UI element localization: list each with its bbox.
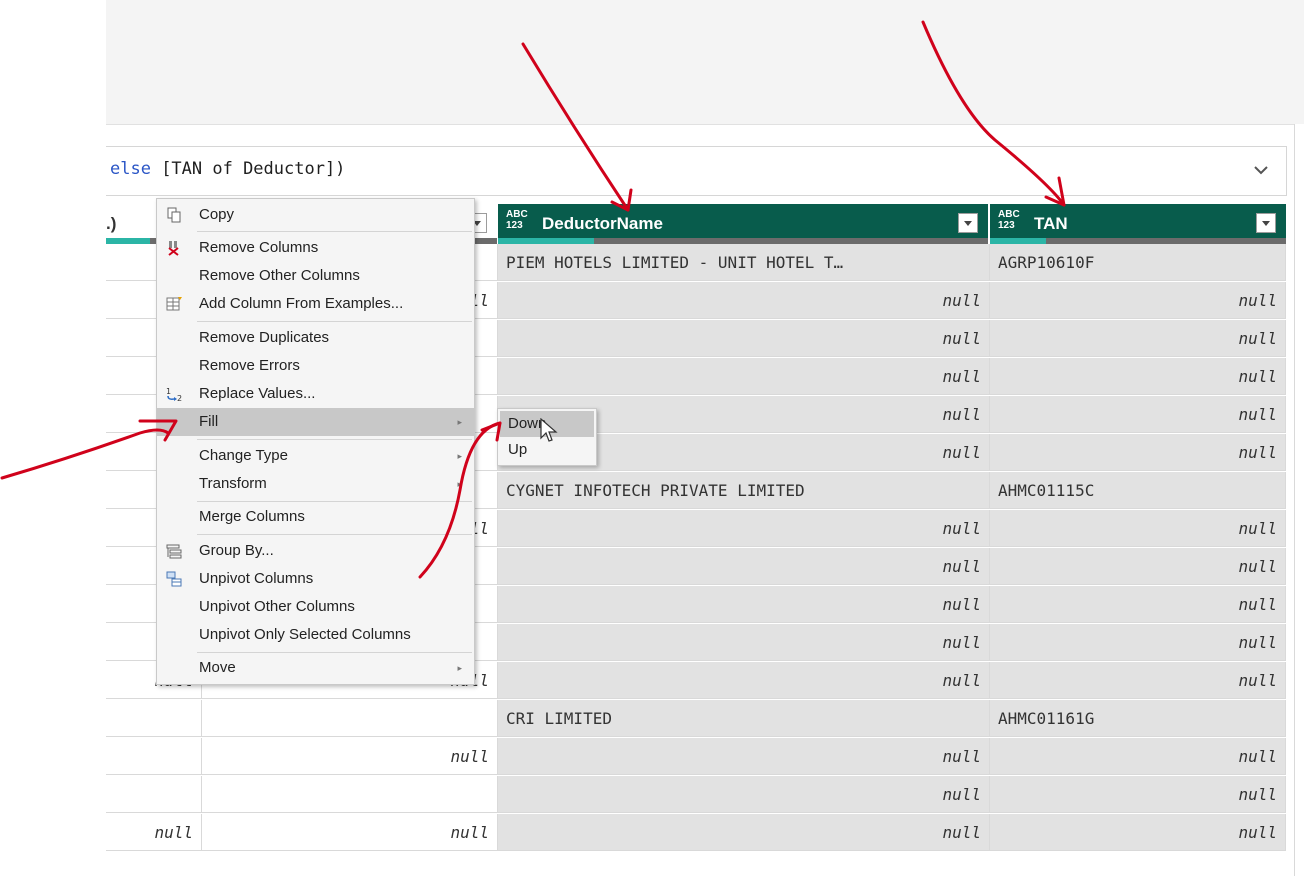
table-cell[interactable] — [202, 776, 498, 813]
menu-separator — [197, 534, 472, 535]
table-cell[interactable] — [106, 776, 202, 813]
submenu-arrow-icon: ▸ — [457, 451, 462, 461]
copy-icon — [165, 207, 183, 223]
menu-separator — [197, 501, 472, 502]
column-header-partial-label: .) — [106, 214, 117, 233]
table-cell[interactable]: CYGNET INFOTECH PRIVATE LIMITED — [498, 472, 990, 509]
table-cell[interactable]: null — [990, 776, 1286, 813]
submenu-arrow-icon: ▸ — [457, 417, 462, 427]
menu-item-group-by[interactable]: Group By... — [157, 537, 474, 565]
formula-bar[interactable]: else [TAN of Deductor]) — [106, 146, 1287, 196]
column-header-deductorname[interactable]: ABC 123 DeductorName — [498, 204, 988, 244]
menu-item-transform[interactable]: Transform ▸ — [157, 470, 474, 498]
table-cell[interactable]: null — [990, 434, 1286, 471]
table-cell[interactable]: null — [498, 624, 990, 661]
submenu-arrow-icon: ▸ — [457, 663, 462, 673]
table-cell[interactable]: null — [498, 586, 990, 623]
menu-separator — [197, 231, 472, 232]
table-cell[interactable]: null — [990, 282, 1286, 319]
menu-item-change-type[interactable]: Change Type ▸ — [157, 442, 474, 470]
table-cell[interactable]: null — [498, 510, 990, 547]
type-any-icon: ABC 123 — [998, 209, 1020, 231]
table-cell[interactable]: null — [498, 282, 990, 319]
menu-item-remove-duplicates[interactable]: Remove Duplicates — [157, 324, 474, 352]
menu-item-unpivot-other-columns[interactable]: Unpivot Other Columns — [157, 593, 474, 621]
table-cell[interactable]: null — [990, 396, 1286, 433]
table-cell[interactable]: AHMC01161G — [990, 700, 1286, 737]
column-dropdown-button[interactable] — [1256, 213, 1276, 233]
menu-item-unpivot-only-selected-columns[interactable]: Unpivot Only Selected Columns — [157, 621, 474, 649]
table-cell[interactable]: null — [990, 358, 1286, 395]
table-cell[interactable]: null — [498, 320, 990, 357]
menu-item-remove-columns[interactable]: Remove Columns — [157, 234, 474, 262]
table-cell[interactable]: null — [202, 814, 498, 851]
menu-item-unpivot-columns[interactable]: Unpivot Columns — [157, 565, 474, 593]
table-cell[interactable]: null — [202, 738, 498, 775]
column-header-partial[interactable]: .) — [106, 204, 156, 244]
table-cell[interactable]: null — [990, 586, 1286, 623]
mouse-cursor-icon — [540, 418, 558, 442]
remove-columns-icon — [165, 240, 183, 256]
type-any-icon: ABC 123 — [506, 209, 528, 231]
table-cell[interactable]: null — [990, 738, 1286, 775]
table-cell[interactable]: null — [990, 510, 1286, 547]
table-cell[interactable]: null — [990, 624, 1286, 661]
formula-keyword: else — [110, 159, 151, 179]
table-cell[interactable] — [202, 700, 498, 737]
table-cell[interactable] — [106, 700, 202, 737]
replace-values-icon: 12 — [165, 386, 183, 403]
table-cell[interactable]: null — [990, 320, 1286, 357]
table-cell[interactable]: AHMC01115C — [990, 472, 1286, 509]
table-cell[interactable]: null — [498, 358, 990, 395]
column-header-label: DeductorName — [542, 214, 663, 233]
column-dropdown-button[interactable] — [958, 213, 978, 233]
group-by-icon — [165, 543, 183, 559]
table-cell[interactable]: null — [498, 814, 990, 851]
svg-text:1: 1 — [166, 387, 171, 396]
table-cell[interactable]: CRI LIMITED — [498, 700, 990, 737]
chevron-down-icon[interactable] — [1252, 161, 1270, 179]
menu-item-remove-errors[interactable]: Remove Errors — [157, 352, 474, 380]
table-cell[interactable]: PIEM HOTELS LIMITED - UNIT HOTEL T… — [498, 244, 990, 281]
column-header-label: TAN — [1034, 214, 1068, 233]
ribbon-area — [106, 0, 1304, 125]
formula-text[interactable]: else [TAN of Deductor]) — [110, 159, 345, 179]
table-cell[interactable]: null — [990, 548, 1286, 585]
menu-separator — [197, 439, 472, 440]
table-cell[interactable]: null — [106, 814, 202, 851]
menu-separator — [197, 321, 472, 322]
menu-item-remove-other-columns[interactable]: Remove Other Columns — [157, 262, 474, 290]
unpivot-icon — [165, 571, 183, 587]
scrollbar-track[interactable] — [1294, 124, 1304, 876]
formula-expression: [TAN of Deductor]) — [150, 159, 346, 179]
menu-item-merge-columns[interactable]: Merge Columns — [157, 503, 474, 531]
submenu-arrow-icon: ▸ — [457, 479, 462, 489]
menu-item-fill[interactable]: Fill ▸ — [157, 408, 474, 436]
svg-text:2: 2 — [177, 394, 182, 402]
menu-item-move[interactable]: Move ▸ — [157, 654, 474, 682]
context-menu: Copy Remove Columns Remove Other Columns… — [156, 198, 475, 685]
menu-item-add-column-from-examples[interactable]: Add Column From Examples... — [157, 290, 474, 318]
table-cell[interactable] — [106, 738, 202, 775]
table-cell[interactable]: null — [498, 776, 990, 813]
table-cell[interactable]: AGRP10610F — [990, 244, 1286, 281]
menu-item-replace-values[interactable]: 12 Replace Values... — [157, 380, 474, 408]
table-cell[interactable]: null — [990, 814, 1286, 851]
column-header-tan[interactable]: ABC 123 TAN — [990, 204, 1286, 244]
table-cell[interactable]: null — [498, 662, 990, 699]
menu-separator — [197, 652, 472, 653]
table-cell[interactable]: null — [498, 548, 990, 585]
menu-item-copy[interactable]: Copy — [157, 201, 474, 229]
table-cell[interactable]: null — [990, 662, 1286, 699]
table-spark-icon — [165, 296, 183, 312]
table-cell[interactable]: null — [498, 738, 990, 775]
